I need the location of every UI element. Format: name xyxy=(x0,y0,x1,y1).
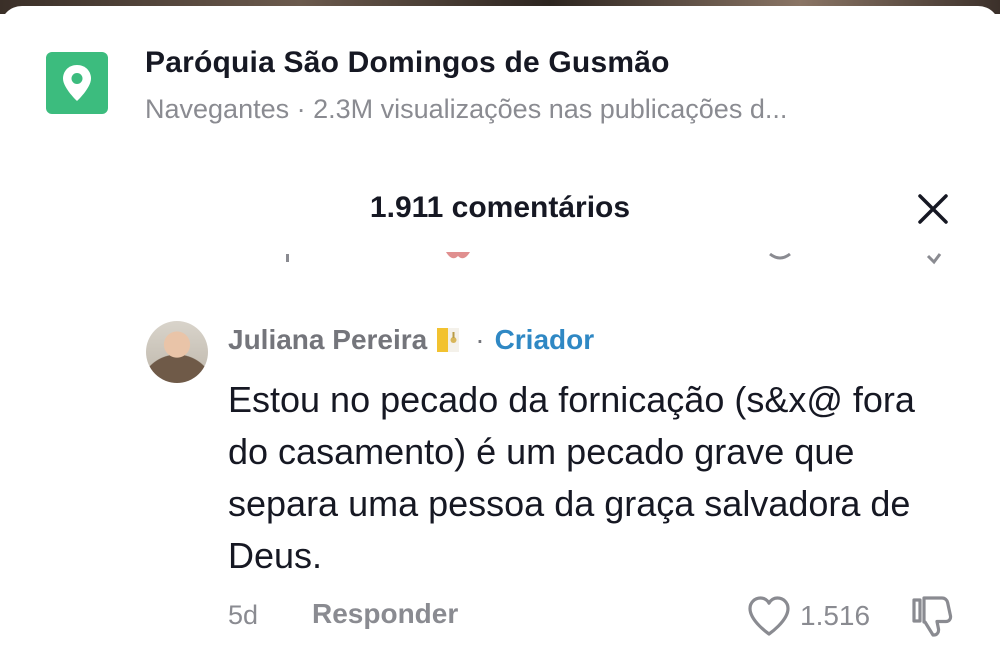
comment-author-line: Juliana Pereira · Criador xyxy=(228,322,594,358)
vatican-flag-icon xyxy=(437,328,460,352)
like-count: 1.516 xyxy=(800,600,871,631)
comments-count-title: 1.911 comentários xyxy=(369,191,631,224)
thumbs-down-icon xyxy=(912,596,953,637)
comments-sheet: Paróquia São Domingos de Gusmão Navegant… xyxy=(0,6,1000,661)
location-pin-icon[interactable] xyxy=(46,52,108,114)
previous-comment-peek xyxy=(280,252,960,266)
comment-timestamp: 5d xyxy=(228,600,259,630)
like-button[interactable] xyxy=(746,594,792,638)
close-icon xyxy=(918,194,948,224)
avatar[interactable] xyxy=(146,321,208,383)
separator-dot: · xyxy=(475,324,485,355)
comment-text: Estou no pecado da fornicação (s&x@ fora… xyxy=(228,379,915,576)
heart-icon xyxy=(748,596,790,636)
close-button[interactable] xyxy=(910,186,956,232)
creator-badge: Criador xyxy=(494,324,595,355)
location-title[interactable]: Paróquia São Domingos de Gusmão xyxy=(145,46,670,80)
dislike-button[interactable] xyxy=(908,592,956,640)
location-subtitle: Navegantes · 2.3M visualizações nas publ… xyxy=(145,94,788,124)
comment-author-name[interactable]: Juliana Pereira xyxy=(228,324,427,356)
reply-button[interactable]: Responder xyxy=(312,598,458,630)
